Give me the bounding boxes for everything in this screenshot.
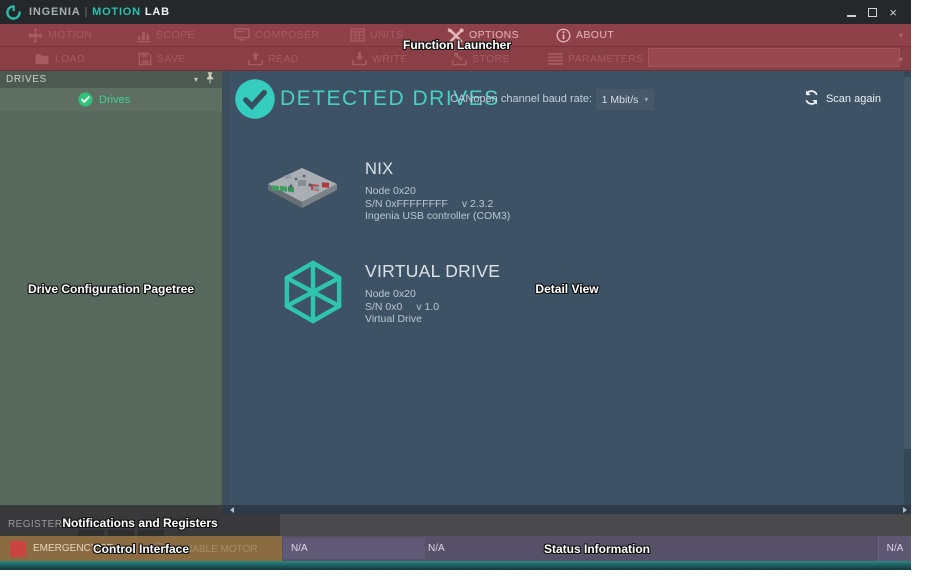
annotation-control-interface: Control Interface [93,542,189,556]
drive-description: Ingenia USB controller (COM3) [365,210,510,223]
toolbar-overflow-icon[interactable]: ▾ [899,55,903,64]
scroll-left-icon[interactable] [230,507,234,513]
enable-motor-button[interactable]: NABLE MOTOR [185,544,258,555]
save-floppy-icon [138,52,152,66]
status-field-1: N/A [283,538,425,559]
nix-board-image [263,161,341,220]
toolbar-label: UNITS [370,29,404,41]
annotation-pagetree: Drive Configuration Pagetree [28,282,194,296]
write-download-icon [352,52,367,66]
minimize-icon[interactable] [847,15,856,17]
scan-again-label: Scan again [826,93,881,105]
toolbar-label: WRITE [372,53,408,65]
toolbar-label: PARAMETERS [568,53,644,65]
window-title: INGENIA|MOTIONLAB [29,6,170,18]
notifications-tab-bar-empty [280,514,911,536]
status-value: N/A [291,543,308,554]
about-icon [556,28,571,43]
toolbar-button-composer[interactable]: COMPOSER [234,25,319,45]
check-circle-icon [78,92,93,107]
drive-info-block: NIX Node 0x20 S/N 0xFFFFFFFF v 2.3.2 Inge… [365,160,510,223]
status-value: N/A [428,543,445,554]
ingenia-logo-icon [6,5,21,20]
load-folder-icon [34,53,50,65]
toolbar-label: ABOUT [576,29,614,41]
notifications-panel-top [0,505,222,514]
toolbar-button-save[interactable]: SAVE [138,49,186,69]
status-field-2: N/A [428,538,445,559]
drive-version: v 1.0 [416,301,439,313]
toolbar-label: SCOPE [156,29,195,41]
baud-rate-value: 1 Mbit/s [602,94,639,106]
maximize-icon[interactable] [868,8,877,17]
drive-node: Node 0x20 [365,288,500,301]
emergency-stop-icon[interactable] [10,541,26,557]
annotation-detail-view: Detail View [535,282,598,296]
sidebar-item-drives[interactable]: Drives [0,88,222,111]
scan-again-button[interactable]: Scan again [804,90,881,108]
baud-rate-select[interactable]: 1 Mbit/s ▾ [596,89,654,110]
drive-name: VIRTUAL DRIVE [365,261,500,282]
pin-icon[interactable] [206,71,214,89]
status-field-3: N/A [878,536,911,561]
toolbar-overflow-icon[interactable]: ▾ [899,31,903,40]
horizontal-scrollbar[interactable] [222,505,911,514]
vertical-scrollbar-thumb[interactable] [904,77,911,449]
chevron-down-icon: ▾ [644,95,648,104]
toolbar-button-scope[interactable]: SCOPE [136,25,195,45]
refresh-icon [804,90,819,108]
toolbar-label: READ [268,53,299,65]
toolbar-button-load[interactable]: LOAD [34,49,85,69]
toolbar-button-about[interactable]: ABOUT [556,25,614,45]
drive-serial-version: S/N 0x0 v 1.0 [365,301,500,314]
drives-panel-title: DRIVES [6,74,47,85]
drive-version: v 2.3.2 [462,198,494,210]
annotation-notifications: Notifications and Registers [62,516,217,530]
toolbar-button-store[interactable]: STORE [452,49,510,69]
drive-description: Virtual Drive [365,313,500,326]
drive-serial: S/N 0x0 [365,301,402,313]
move-icon [28,28,43,43]
toolbar-button-write[interactable]: WRITE [352,49,408,69]
drive-serial-version: S/N 0xFFFFFFFF v 2.3.2 [365,198,510,211]
toolbar-label: COMPOSER [255,29,319,41]
scope-icon [136,28,151,43]
sidebar-item-label: Drives [99,94,130,106]
window-controls: × [847,0,897,24]
baud-rate-row: CANopen channel baud rate: 1 Mbit/s ▾ Sc… [230,89,898,111]
status-value: N/A [887,543,904,554]
virtual-drive-icon [282,260,344,329]
toolbar-button-parameters[interactable]: PARAMETERS [548,49,644,69]
toolbar-button-read[interactable]: READ [248,49,299,69]
collapse-arrow-icon[interactable]: ▾ [194,75,198,84]
title-bar: INGENIA|MOTIONLAB × [0,0,911,24]
brand-name: INGENIA [29,6,80,18]
drive-name: NIX [365,160,510,179]
scroll-right-icon[interactable] [903,507,907,513]
toolbar-label: LOAD [55,53,85,65]
annotation-status-information: Status Information [544,542,650,556]
toolbar-label: STORE [472,53,510,65]
parameters-list-icon [548,53,563,65]
window-bottom-edge [0,561,911,570]
baud-rate-label: CANopen channel baud rate: [450,93,592,105]
panel-splitter[interactable] [222,71,230,505]
close-icon[interactable]: × [889,6,897,19]
drives-panel-header[interactable]: DRIVES ▾ [0,71,222,88]
screenshot-root: INGENIA|MOTIONLAB × MOTION SCOPE COMPOSE… [0,0,933,585]
toolbar-button-motion[interactable]: MOTION [28,25,92,45]
toolbar-label: MOTION [48,29,92,41]
composer-icon [234,28,250,42]
store-icon [452,52,467,66]
units-icon [350,28,365,42]
toolbar-empty-panel [648,48,900,67]
annotation-function-launcher: Function Launcher [403,38,511,52]
drive-info-block: VIRTUAL DRIVE Node 0x20 S/N 0x0 v 1.0 Vir… [365,261,500,326]
drive-node: Node 0x20 [365,185,510,198]
toolbar-button-units[interactable]: UNITS [350,25,404,45]
toolbar-label: SAVE [157,53,186,65]
read-upload-icon [248,52,263,66]
vertical-scrollbar[interactable] [904,71,911,505]
drive-serial: S/N 0xFFFFFFFF [365,198,448,210]
